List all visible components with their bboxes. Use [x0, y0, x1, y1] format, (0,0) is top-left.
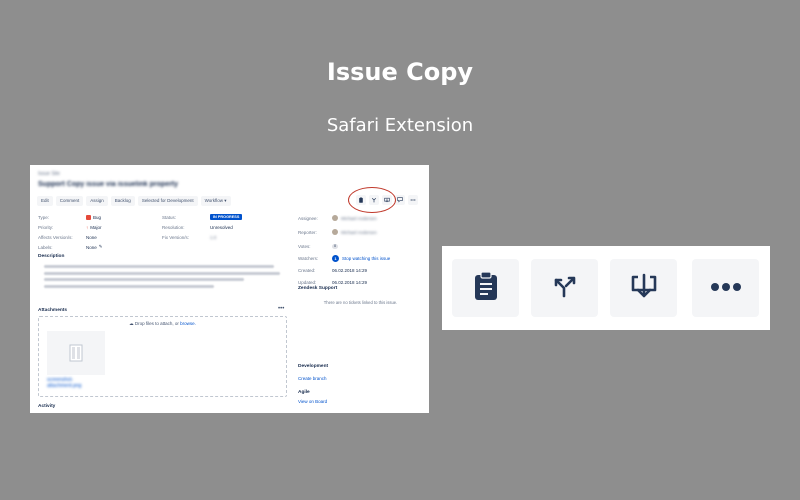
fix-version-label: Fix Version/s:: [162, 234, 190, 240]
priority-label: Priority:: [38, 224, 54, 230]
description-body: [38, 265, 288, 288]
import-button[interactable]: [610, 259, 677, 317]
attachment-thumbnail[interactable]: [47, 331, 105, 375]
edit-button[interactable]: Edit: [37, 196, 53, 206]
type-label: Type:: [38, 214, 50, 220]
type-value: Bug: [86, 214, 162, 220]
priority-value: ↑ Major: [86, 224, 102, 230]
cloud-upload-icon: ☁: [129, 321, 134, 326]
avatar: [332, 215, 338, 221]
attachments-more-icon[interactable]: •••: [278, 306, 284, 312]
votes-label: Votes:: [298, 243, 311, 249]
description-title: Description: [38, 254, 65, 259]
view-on-board-link[interactable]: View on Board: [298, 399, 327, 404]
priority-arrow-icon: ↑: [86, 224, 89, 230]
download-tray-icon: [630, 272, 658, 305]
resolution-value: Unresolved: [210, 224, 233, 230]
comment-button[interactable]: Comment: [55, 196, 84, 206]
more-dots-icon[interactable]: [408, 195, 418, 205]
bug-icon: [86, 214, 91, 220]
watchers-label: Watchers:: [298, 255, 319, 261]
watchers-count[interactable]: 1: [332, 254, 339, 262]
copy-issue-button[interactable]: [452, 259, 519, 317]
selected-for-development-button[interactable]: Selected for Development: [137, 196, 198, 206]
created-label: Created:: [298, 267, 316, 273]
hero-subtitle: Safari Extension: [326, 115, 474, 136]
status-badge[interactable]: IN PROGRESS: [210, 214, 243, 220]
issue-title: Support Copy issue via issuelink propert…: [38, 181, 179, 188]
branch-button[interactable]: [531, 259, 598, 317]
highlight-circle: [348, 187, 396, 213]
hero-title: Issue Copy: [326, 58, 474, 86]
attachment-dropzone[interactable]: ☁ Drop files to attach, or browse. scree…: [38, 316, 287, 397]
development-title: Development: [298, 364, 329, 369]
jira-issue-screenshot: Issue Site Support Copy issue via issuel…: [30, 165, 429, 413]
affects-version-value: None: [86, 234, 97, 240]
create-branch-link[interactable]: Create branch: [298, 376, 327, 381]
attachments-title: Attachments: [38, 308, 68, 313]
people-panel: Assignee: Michael Andersen Reporter: Mic…: [298, 212, 423, 288]
reporter-label: Reporter:: [298, 229, 317, 235]
updated-label: Updated:: [298, 279, 317, 285]
pencil-icon: ✎: [98, 244, 103, 249]
breadcrumb[interactable]: Issue Site: [38, 171, 60, 177]
browse-link[interactable]: browse.: [180, 321, 196, 326]
created-value: 06.02.2018 14:29: [332, 267, 368, 273]
votes-count[interactable]: 0: [332, 243, 339, 249]
issue-fields: Type: Bug Status: IN PROGRESS Priority: …: [38, 212, 288, 252]
feedback-icon[interactable]: [395, 195, 405, 205]
status-label: Status:: [162, 214, 177, 220]
workflow-button[interactable]: Workflow ▾: [200, 196, 231, 206]
zendesk-empty-text: There are no tickets linked to this issu…: [323, 300, 398, 305]
branch-arrow-icon: [553, 274, 577, 303]
description-section: Description: [38, 254, 288, 291]
zendesk-title: Zendesk Support: [298, 286, 338, 291]
updated-value: 06.02.2018 14:29: [332, 279, 368, 285]
avatar: [332, 229, 338, 235]
affects-version-label: Affects Version/s:: [38, 234, 73, 240]
backlog-button[interactable]: Backlog: [110, 196, 135, 206]
reporter-value[interactable]: Michael Andersen: [341, 230, 377, 235]
labels-value: None ✎: [86, 244, 103, 250]
drop-text: ☁ Drop files to attach, or browse.: [129, 321, 196, 326]
agile-title: Agile: [298, 390, 310, 395]
more-dots-icon: [710, 279, 742, 297]
assign-button[interactable]: Assign: [86, 196, 108, 206]
fix-version-value[interactable]: 1.0: [210, 235, 216, 240]
issue-toolbar: Edit Comment Assign Backlog Selected for…: [37, 196, 231, 206]
stop-watching-link[interactable]: Stop watching this issue: [342, 256, 390, 261]
assignee-label: Assignee:: [298, 215, 318, 221]
activity-title: Activity: [38, 404, 56, 409]
zoomed-extension-buttons: [442, 246, 770, 330]
more-button[interactable]: [692, 259, 759, 317]
clipboard-icon: [473, 270, 499, 306]
attachment-caption[interactable]: screenshot-attachment.png: [47, 377, 107, 389]
resolution-label: Resolution:: [162, 224, 185, 230]
labels-label: Labels:: [38, 244, 53, 250]
assignee-value[interactable]: Michael Andersen: [341, 216, 377, 221]
